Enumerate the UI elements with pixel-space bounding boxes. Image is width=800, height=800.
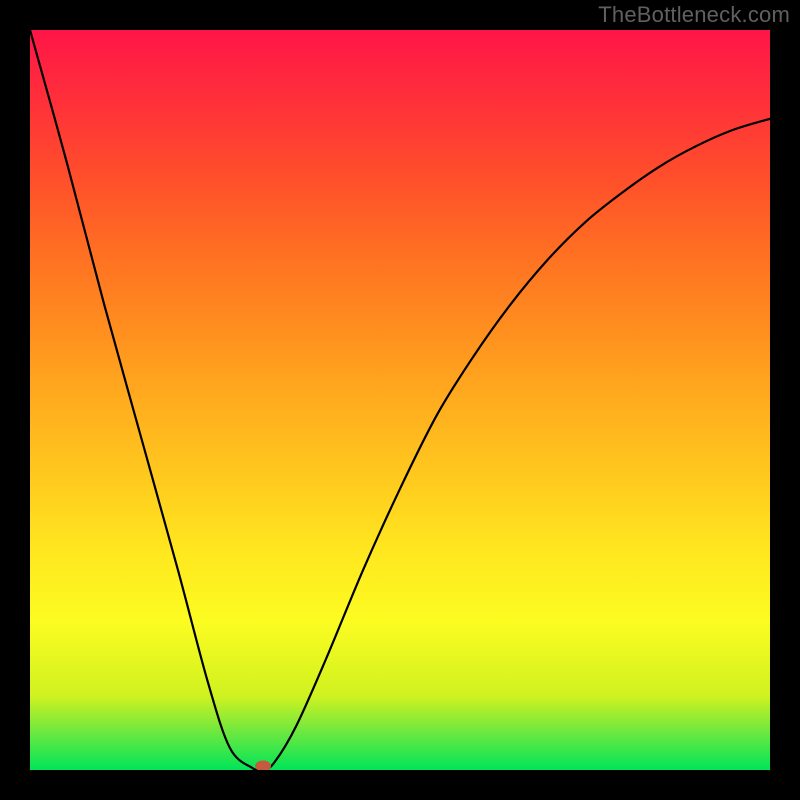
chart-frame: TheBottleneck.com: [0, 0, 800, 800]
plot-area: [30, 30, 770, 770]
bottleneck-curve-path: [30, 30, 770, 770]
bottleneck-curve-svg: [30, 30, 770, 770]
watermark-text: TheBottleneck.com: [598, 2, 790, 28]
optimal-point-marker: [255, 761, 271, 771]
